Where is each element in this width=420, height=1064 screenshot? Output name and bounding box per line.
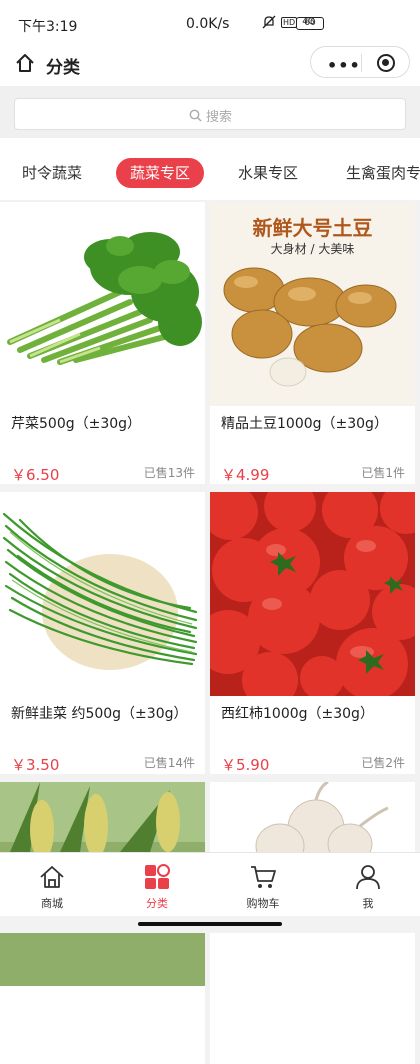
more-dots-icon[interactable]: •••: [327, 56, 361, 75]
bottom-tab-bar: 商城 分类 购物车 我: [0, 852, 420, 916]
status-bar: 下午3:19 0.0K/s HD 4G 60: [0, 0, 420, 46]
product-price: ￥6.50: [11, 466, 60, 484]
search-icon: [189, 109, 202, 122]
product-card[interactable]: 芹菜500g（±30g） ￥6.50 已售13件: [0, 202, 205, 484]
tabbar-item-me[interactable]: 我: [338, 863, 398, 911]
search-placeholder: 搜索: [206, 110, 233, 125]
hd-icon: HD: [281, 16, 298, 28]
product-price: ￥4.99: [221, 466, 270, 484]
tabbar-label-category: 分类: [146, 897, 168, 910]
product-image-tomato: [210, 492, 415, 696]
product-card[interactable]: 新鲜韭菜 约500g（±30g） ￥3.50 已售14件: [0, 492, 205, 774]
nav-bar: 分类 •••: [0, 46, 420, 86]
network-speed: 0.0K/s: [186, 16, 230, 32]
battery-icon: 60: [296, 17, 324, 30]
product-price: ￥5.90: [221, 756, 270, 774]
product-name: 西红柿1000g（±30g）: [221, 706, 374, 722]
home-indicator-pill[interactable]: [138, 922, 282, 926]
category-icon: [145, 864, 170, 889]
mini-program-capsule: •••: [310, 46, 410, 78]
product-card[interactable]: 西红柿1000g（±30g） ￥5.90 已售2件: [210, 492, 415, 774]
home-icon: [40, 866, 64, 888]
product-sold-count: 已售2件: [361, 756, 405, 770]
product-name: 芹菜500g（±30g）: [11, 416, 142, 432]
product-image-potato: 新鲜大号土豆 大身材 / 大美味: [210, 202, 415, 406]
record-icon[interactable]: [377, 54, 395, 72]
product-name: 新鲜韭菜 约500g（±30g）: [11, 706, 188, 722]
tab-poultry-eggs-meat[interactable]: 生禽蛋肉专区: [346, 158, 420, 188]
system-home-indicator: [0, 916, 420, 933]
product-sold-count: 已售1件: [361, 466, 405, 480]
search-area: 搜索: [0, 86, 420, 138]
status-time: 下午3:19: [18, 19, 78, 35]
search-input[interactable]: 搜索: [14, 98, 406, 130]
tabbar-item-cart[interactable]: 购物车: [233, 863, 293, 911]
product-sold-count: 已售13件: [143, 466, 195, 480]
product-image-celery: [0, 202, 205, 406]
tab-seasonal-vegetables[interactable]: 时令蔬菜: [22, 158, 82, 188]
product-price: ￥3.50: [11, 756, 60, 774]
banner-subtitle: 大身材 / 大美味: [270, 242, 355, 256]
product-name: 精品土豆1000g（±30g）: [221, 416, 388, 432]
product-image-chives: [0, 492, 205, 696]
category-tabs: 时令蔬菜 蔬菜专区 水果专区 生禽蛋肉专区: [0, 138, 420, 200]
tabbar-item-mall[interactable]: 商城: [22, 863, 82, 911]
tabbar-item-category[interactable]: 分类: [127, 863, 187, 911]
home-icon[interactable]: [14, 52, 36, 74]
product-card[interactable]: 新鲜大号土豆 大身材 / 大美味 精品土豆1000g（±30g） ￥4.99 已…: [210, 202, 415, 484]
user-icon: [356, 865, 380, 890]
cart-icon: [251, 866, 276, 888]
mute-icon: [262, 15, 276, 29]
tabbar-label-mall: 商城: [41, 897, 63, 910]
tab-vegetables[interactable]: 蔬菜专区: [116, 158, 205, 188]
page-title: 分类: [46, 58, 80, 78]
capsule-divider: [361, 54, 362, 72]
banner-title: 新鲜大号土豆: [252, 216, 373, 240]
tabbar-label-me: 我: [362, 897, 374, 910]
product-sold-count: 已售14件: [143, 756, 195, 770]
tabbar-label-cart: 购物车: [246, 897, 280, 910]
tab-fruits[interactable]: 水果专区: [238, 158, 298, 188]
